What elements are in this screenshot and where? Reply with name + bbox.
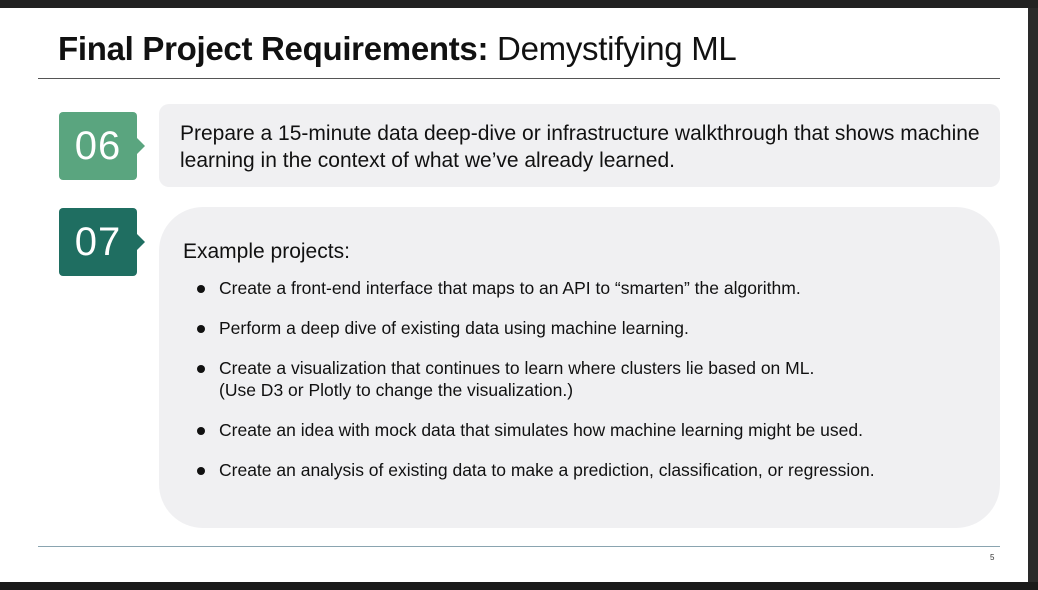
example-projects-list: Create a front-end interface that maps t… [195, 277, 985, 499]
step-card-06: Prepare a 15-minute data deep-dive or in… [159, 104, 1000, 187]
page-number: 5 [990, 553, 995, 562]
step-number-07: 07 [74, 219, 122, 264]
step-number-06: 06 [74, 123, 122, 168]
slide-title: Final Project Requirements: Demystifying… [58, 30, 737, 68]
list-item-text: Create a visualization that continues to… [219, 358, 815, 378]
bullet-icon [197, 325, 205, 333]
list-item-text: Create an idea with mock data that simul… [219, 420, 863, 440]
list-item-subtext: (Use D3 or Plotly to change the visualiz… [219, 380, 574, 400]
step-badge-06: 06 [59, 112, 145, 180]
example-projects-heading: Example projects: [183, 240, 350, 263]
bullet-icon [197, 427, 205, 435]
slide-title-bold: Final Project Requirements: [58, 30, 489, 67]
list-item: Perform a deep dive of existing data usi… [195, 317, 985, 339]
window-top-strip [0, 0, 1038, 8]
step-06-text: Prepare a 15-minute data deep-dive or in… [180, 122, 980, 172]
bullet-icon [197, 285, 205, 293]
title-divider [38, 78, 1000, 79]
bullet-icon [197, 365, 205, 373]
list-item-text: Create an analysis of existing data to m… [219, 460, 875, 480]
footer-divider [38, 546, 1000, 547]
list-item: Create an analysis of existing data to m… [195, 459, 985, 481]
step-badge-07: 07 [59, 208, 145, 276]
window-bottom-strip [0, 582, 1038, 590]
list-item: Create an idea with mock data that simul… [195, 419, 985, 441]
step-card-07: Example projects: Create a front-end int… [159, 207, 1000, 528]
list-item-text: Perform a deep dive of existing data usi… [219, 318, 689, 338]
slide-title-light: Demystifying ML [488, 30, 737, 67]
bullet-icon [197, 467, 205, 475]
list-item: Create a front-end interface that maps t… [195, 277, 985, 299]
scrollbar[interactable] [1028, 8, 1038, 582]
list-item: Create a visualization that continues to… [195, 357, 985, 401]
list-item-text: Create a front-end interface that maps t… [219, 278, 801, 298]
